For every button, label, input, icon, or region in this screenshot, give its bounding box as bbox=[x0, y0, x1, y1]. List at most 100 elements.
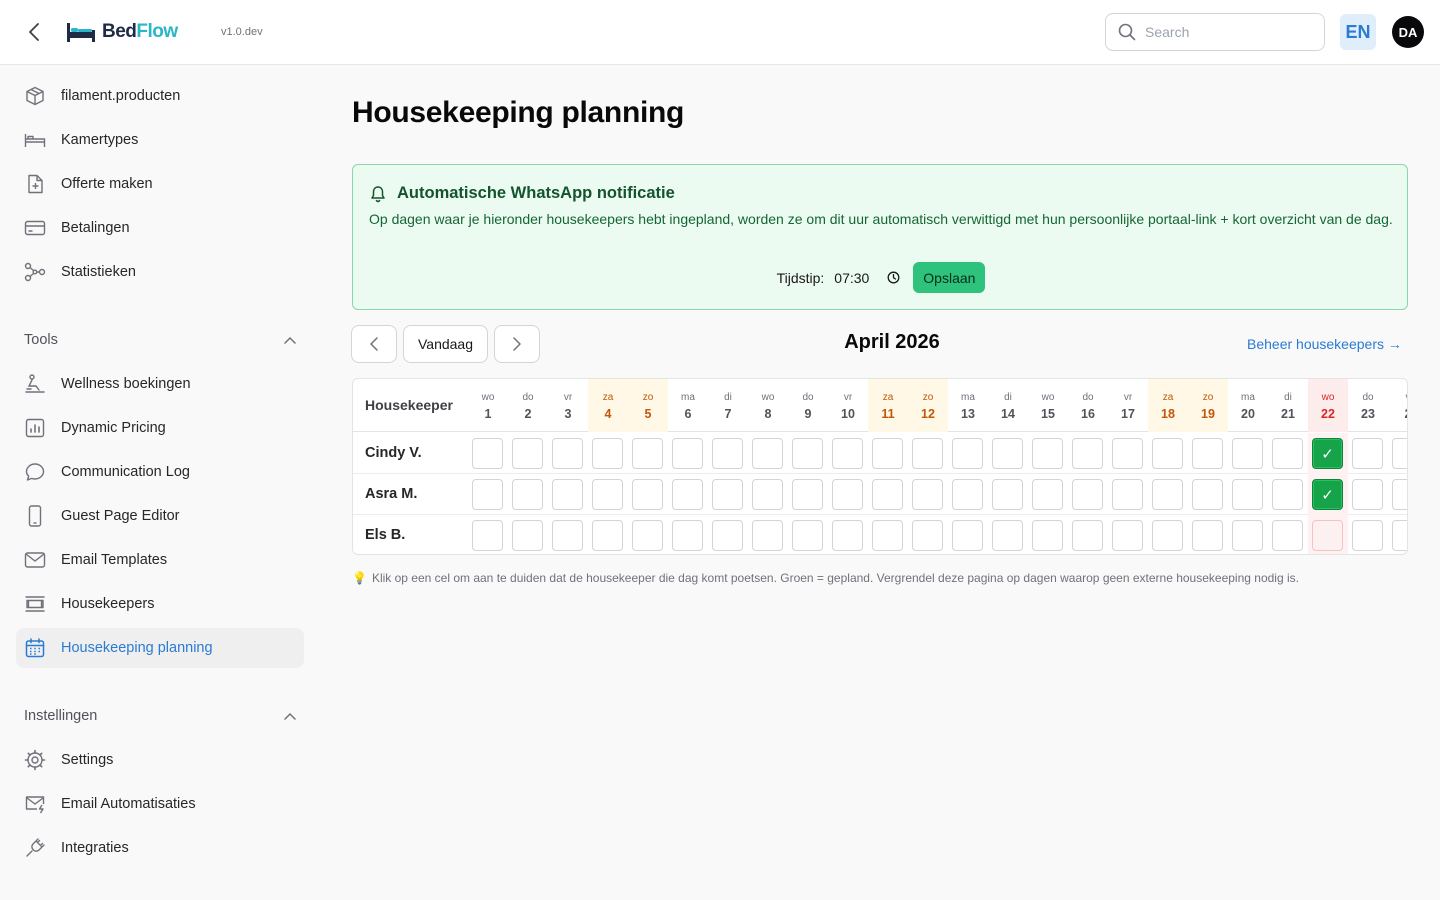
day-cell[interactable] bbox=[1272, 520, 1303, 551]
clock-icon[interactable] bbox=[887, 271, 900, 284]
day-cell[interactable] bbox=[912, 438, 943, 469]
day-cell[interactable] bbox=[712, 438, 743, 469]
day-cell[interactable] bbox=[992, 479, 1023, 510]
save-button[interactable]: Opslaan bbox=[913, 262, 986, 293]
sidebar-item-producten[interactable]: filament.producten bbox=[16, 76, 304, 116]
day-cell[interactable] bbox=[672, 479, 703, 510]
day-cell[interactable] bbox=[632, 438, 663, 469]
day-cell[interactable] bbox=[672, 520, 703, 551]
sidebar-item-email-templates[interactable]: Email Templates bbox=[16, 540, 304, 580]
planned-day-cell[interactable]: ✓ bbox=[1312, 438, 1343, 469]
day-cell[interactable] bbox=[712, 479, 743, 510]
day-cell[interactable] bbox=[592, 479, 623, 510]
sidebar-item-guest-page-editor[interactable]: Guest Page Editor bbox=[16, 496, 304, 536]
day-cell[interactable] bbox=[1232, 520, 1263, 551]
day-cell[interactable] bbox=[1392, 438, 1407, 469]
day-cell[interactable] bbox=[832, 520, 863, 551]
day-cell[interactable] bbox=[472, 438, 503, 469]
sidebar-item-settings[interactable]: Settings bbox=[16, 740, 304, 780]
day-cell[interactable] bbox=[792, 479, 823, 510]
sidebar-item-statistieken[interactable]: Statistieken bbox=[16, 252, 304, 292]
day-cell[interactable] bbox=[872, 520, 903, 551]
tools-group-toggle[interactable]: Tools bbox=[24, 328, 296, 352]
day-cell[interactable] bbox=[1352, 438, 1383, 469]
day-cell[interactable] bbox=[1312, 520, 1343, 551]
day-cell[interactable] bbox=[912, 479, 943, 510]
day-cell[interactable] bbox=[592, 438, 623, 469]
day-cell[interactable] bbox=[832, 479, 863, 510]
day-cell[interactable] bbox=[1032, 479, 1063, 510]
day-cell[interactable] bbox=[1072, 438, 1103, 469]
day-cell[interactable] bbox=[1032, 520, 1063, 551]
sidebar-item-housekeeping-planning[interactable]: Housekeeping planning bbox=[16, 628, 304, 668]
day-cell[interactable] bbox=[992, 438, 1023, 469]
day-cell[interactable] bbox=[552, 520, 583, 551]
day-cell[interactable] bbox=[872, 438, 903, 469]
sidebar-item-betalingen[interactable]: Betalingen bbox=[16, 208, 304, 248]
previous-month-button[interactable] bbox=[351, 325, 397, 363]
day-cell[interactable] bbox=[952, 520, 983, 551]
today-button[interactable]: Vandaag bbox=[403, 325, 488, 363]
day-cell[interactable] bbox=[632, 479, 663, 510]
day-cell[interactable] bbox=[472, 479, 503, 510]
day-cell[interactable] bbox=[1232, 479, 1263, 510]
day-cell[interactable] bbox=[472, 520, 503, 551]
app-logo[interactable]: BedFlow bbox=[66, 19, 178, 45]
time-input[interactable]: 07:30 bbox=[834, 270, 878, 286]
sidebar-item-email-automatisaties[interactable]: Email Automatisaties bbox=[16, 784, 304, 824]
day-cell[interactable] bbox=[952, 479, 983, 510]
day-cell[interactable] bbox=[1352, 520, 1383, 551]
sidebar-item-housekeepers[interactable]: Housekeepers bbox=[16, 584, 304, 624]
day-cell[interactable] bbox=[752, 479, 783, 510]
day-cell[interactable] bbox=[1192, 438, 1223, 469]
day-cell[interactable] bbox=[1192, 520, 1223, 551]
back-arrow-icon[interactable] bbox=[22, 20, 46, 44]
day-cell[interactable] bbox=[752, 438, 783, 469]
day-cell[interactable] bbox=[792, 438, 823, 469]
day-cell[interactable] bbox=[592, 520, 623, 551]
day-cell[interactable] bbox=[512, 520, 543, 551]
day-cell[interactable] bbox=[512, 438, 543, 469]
day-cell[interactable] bbox=[832, 438, 863, 469]
day-cell[interactable] bbox=[1112, 520, 1143, 551]
day-cell[interactable] bbox=[1072, 479, 1103, 510]
day-cell[interactable] bbox=[752, 520, 783, 551]
user-avatar[interactable]: DA bbox=[1392, 16, 1424, 48]
day-cell[interactable] bbox=[792, 520, 823, 551]
instellingen-group-toggle[interactable]: Instellingen bbox=[24, 704, 296, 728]
day-cell[interactable] bbox=[1272, 438, 1303, 469]
day-cell[interactable] bbox=[552, 438, 583, 469]
day-cell[interactable] bbox=[1112, 479, 1143, 510]
sidebar-item-integraties[interactable]: Integraties bbox=[16, 828, 304, 868]
day-cell[interactable] bbox=[1072, 520, 1103, 551]
day-cell[interactable] bbox=[552, 479, 583, 510]
day-cell[interactable] bbox=[992, 520, 1023, 551]
search-box[interactable] bbox=[1105, 13, 1325, 51]
day-cell[interactable] bbox=[1112, 438, 1143, 469]
day-cell[interactable] bbox=[952, 438, 983, 469]
day-cell[interactable] bbox=[632, 520, 663, 551]
day-cell[interactable] bbox=[1232, 438, 1263, 469]
day-cell[interactable] bbox=[872, 479, 903, 510]
day-cell[interactable] bbox=[1152, 438, 1183, 469]
day-cell[interactable] bbox=[1032, 438, 1063, 469]
day-cell[interactable] bbox=[1392, 479, 1407, 510]
sidebar-item-communication-log[interactable]: Communication Log bbox=[16, 452, 304, 492]
sidebar-item-offerte[interactable]: Offerte maken bbox=[16, 164, 304, 204]
day-cell[interactable] bbox=[672, 438, 703, 469]
language-switch[interactable]: EN bbox=[1340, 14, 1376, 50]
day-cell[interactable] bbox=[1152, 479, 1183, 510]
search-input[interactable] bbox=[1145, 24, 1305, 40]
manage-housekeepers-link[interactable]: Beheer housekeepers → bbox=[1247, 336, 1402, 352]
day-cell[interactable] bbox=[1272, 479, 1303, 510]
day-cell[interactable] bbox=[1392, 520, 1407, 551]
day-cell[interactable] bbox=[1152, 520, 1183, 551]
day-cell[interactable] bbox=[712, 520, 743, 551]
next-month-button[interactable] bbox=[494, 325, 540, 363]
day-cell[interactable] bbox=[1192, 479, 1223, 510]
day-cell[interactable] bbox=[1352, 479, 1383, 510]
day-cell[interactable] bbox=[912, 520, 943, 551]
sidebar-item-dynamic-pricing[interactable]: Dynamic Pricing bbox=[16, 408, 304, 448]
planned-day-cell[interactable]: ✓ bbox=[1312, 479, 1343, 510]
sidebar-item-wellness[interactable]: Wellness boekingen bbox=[16, 364, 304, 404]
